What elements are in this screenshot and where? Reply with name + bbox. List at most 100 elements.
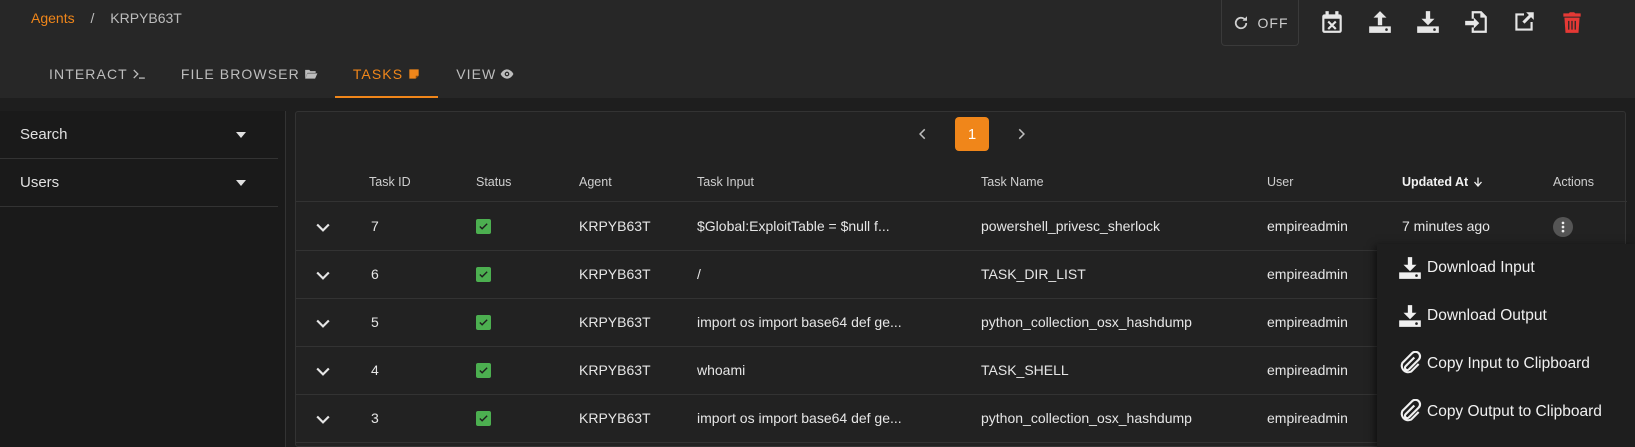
cell-task-id: 4 bbox=[371, 362, 379, 378]
tab-file-browser[interactable]: FILE BROWSER bbox=[163, 52, 335, 98]
breadcrumb-agents-link[interactable]: Agents bbox=[31, 10, 75, 26]
tab-interact[interactable]: INTERACT bbox=[31, 52, 163, 98]
tab-view[interactable]: VIEW bbox=[438, 52, 531, 98]
download-button[interactable] bbox=[1414, 8, 1442, 36]
breadcrumb-separator: / bbox=[90, 10, 95, 26]
next-page-button[interactable] bbox=[1004, 117, 1038, 151]
import-icon bbox=[1465, 11, 1487, 33]
calendar-remove-icon bbox=[1322, 11, 1342, 33]
caret-down-icon bbox=[236, 131, 246, 138]
header-task-name[interactable]: Task Name bbox=[981, 175, 1044, 189]
menu-item-label: Copy Output to Clipboard bbox=[1427, 403, 1602, 420]
cell-agent[interactable]: KRPYB63T bbox=[579, 410, 651, 426]
tab-bar: INTERACT FILE BROWSER TASKS VIEW bbox=[31, 52, 531, 98]
paperclip-icon bbox=[1400, 399, 1422, 422]
download-icon bbox=[1399, 257, 1421, 279]
download-output-menu-item[interactable]: Download Output bbox=[1377, 292, 1635, 340]
download-icon bbox=[1417, 11, 1439, 33]
chevron-right-icon bbox=[1018, 128, 1025, 140]
cell-task-name: python_collection_osx_hashdump bbox=[981, 314, 1192, 330]
cell-task-name: powershell_privesc_sherlock bbox=[981, 218, 1160, 234]
status-success-icon bbox=[476, 363, 491, 378]
cell-task-name: python_collection_osx_hashdump bbox=[981, 410, 1192, 426]
page-button[interactable]: 1 bbox=[955, 117, 989, 151]
tab-label: TASKS bbox=[352, 66, 404, 82]
filter-label: Search bbox=[20, 126, 68, 143]
auto-refresh-toggle[interactable]: OFF bbox=[1221, 0, 1299, 46]
cell-agent[interactable]: KRPYB63T bbox=[579, 218, 651, 234]
upload-icon bbox=[1369, 11, 1391, 33]
cell-agent[interactable]: KRPYB63T bbox=[579, 362, 651, 378]
cell-task-name: TASK_SHELL bbox=[981, 362, 1069, 378]
cell-task-input: / bbox=[697, 266, 701, 282]
chevron-down-icon[interactable] bbox=[313, 265, 333, 285]
filter-users[interactable]: Users bbox=[0, 159, 278, 207]
breadcrumb: Agents / KRPYB63T bbox=[31, 10, 182, 26]
header-updated-at[interactable]: Updated At bbox=[1402, 175, 1484, 189]
menu-item-label: Download Input bbox=[1427, 259, 1535, 276]
status-success-icon bbox=[476, 219, 491, 234]
breadcrumb-current: KRPYB63T bbox=[110, 10, 182, 26]
cell-user: empireadmin bbox=[1267, 362, 1348, 378]
row-actions-button[interactable] bbox=[1553, 217, 1573, 237]
paperclip-icon bbox=[1400, 351, 1422, 374]
open-in-new-button[interactable] bbox=[1510, 8, 1538, 36]
previous-page-button[interactable] bbox=[906, 117, 940, 151]
filter-search[interactable]: Search bbox=[0, 111, 278, 159]
chevron-down-icon[interactable] bbox=[313, 313, 333, 333]
folder-open-icon bbox=[304, 69, 318, 79]
header-agent[interactable]: Agent bbox=[579, 175, 612, 189]
clear-schedule-button[interactable] bbox=[1318, 8, 1346, 36]
delete-agent-button[interactable] bbox=[1558, 8, 1586, 36]
status-success-icon bbox=[476, 267, 491, 282]
download-icon bbox=[1399, 305, 1421, 327]
cell-task-input: import os import base64 def ge... bbox=[697, 314, 902, 330]
row-actions-menu: Download Input Download Output Copy Inpu… bbox=[1377, 244, 1635, 447]
status-success-icon bbox=[476, 411, 491, 426]
menu-item-label: Copy Input to Clipboard bbox=[1427, 355, 1590, 372]
import-button[interactable] bbox=[1462, 8, 1490, 36]
caret-down-icon bbox=[236, 179, 246, 186]
cell-updated-at: 7 minutes ago bbox=[1402, 218, 1490, 234]
tab-label: VIEW bbox=[456, 66, 497, 82]
open-in-new-icon bbox=[1515, 12, 1534, 31]
download-input-menu-item[interactable]: Download Input bbox=[1377, 244, 1635, 292]
cell-task-input: $Global:ExploitTable = $null f... bbox=[697, 218, 890, 234]
chevron-left-icon bbox=[919, 128, 926, 140]
tab-label: INTERACT bbox=[49, 66, 128, 82]
upload-button[interactable] bbox=[1366, 8, 1394, 36]
copy-output-menu-item[interactable]: Copy Output to Clipboard bbox=[1377, 388, 1635, 436]
menu-item-label: Download Output bbox=[1427, 307, 1547, 324]
header-task-input[interactable]: Task Input bbox=[697, 175, 754, 189]
auto-refresh-label: OFF bbox=[1257, 14, 1289, 31]
dots-vertical-icon bbox=[1561, 221, 1565, 233]
arrow-down-icon bbox=[1473, 177, 1482, 187]
cell-user: empireadmin bbox=[1267, 410, 1348, 426]
copy-input-menu-item[interactable]: Copy Input to Clipboard bbox=[1377, 340, 1635, 388]
cell-task-id: 3 bbox=[371, 410, 379, 426]
tab-tasks[interactable]: TASKS bbox=[334, 52, 439, 98]
cell-user: empireadmin bbox=[1267, 314, 1348, 330]
chevron-down-icon[interactable] bbox=[313, 217, 333, 237]
header-actions: Actions bbox=[1553, 175, 1594, 189]
status-success-icon bbox=[476, 315, 491, 330]
header-task-id[interactable]: Task ID bbox=[369, 175, 411, 189]
cell-task-input: whoami bbox=[697, 362, 746, 378]
top-bar: Agents / KRPYB63T INTERACT FILE BROWSER … bbox=[0, 0, 1635, 98]
cell-task-input: import os import base64 def ge... bbox=[697, 410, 902, 426]
console-icon bbox=[133, 69, 145, 79]
note-icon bbox=[409, 69, 419, 79]
header-status[interactable]: Status bbox=[476, 175, 511, 189]
cell-task-id: 7 bbox=[371, 218, 379, 234]
cell-agent[interactable]: KRPYB63T bbox=[579, 314, 651, 330]
header-user[interactable]: User bbox=[1267, 175, 1293, 189]
eye-icon bbox=[500, 69, 514, 79]
chevron-down-icon[interactable] bbox=[313, 361, 333, 381]
cell-task-id: 5 bbox=[371, 314, 379, 330]
header-updated-at-label: Updated At bbox=[1402, 175, 1469, 189]
cell-agent[interactable]: KRPYB63T bbox=[579, 266, 651, 282]
refresh-icon bbox=[1234, 15, 1247, 29]
filter-label: Users bbox=[20, 174, 60, 191]
chevron-down-icon[interactable] bbox=[313, 409, 333, 429]
filter-sidebar: Search Users bbox=[0, 111, 286, 447]
